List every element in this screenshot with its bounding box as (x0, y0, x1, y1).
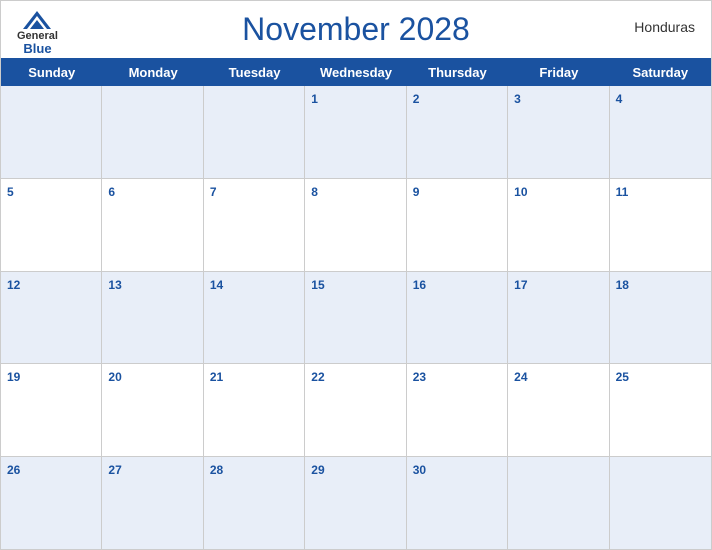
week-row-5: 26 27 28 29 30 (1, 457, 711, 549)
day-number: 3 (514, 92, 521, 106)
logo-blue: Blue (23, 42, 51, 55)
day-cell: 3 (508, 86, 609, 178)
country-label: Honduras (634, 19, 695, 35)
day-number: 8 (311, 185, 318, 199)
day-number: 13 (108, 278, 121, 292)
day-cell (610, 457, 711, 549)
day-cell: 19 (1, 364, 102, 456)
day-number: 16 (413, 278, 426, 292)
week-row-4: 19 20 21 22 23 24 25 (1, 364, 711, 457)
day-cell: 1 (305, 86, 406, 178)
day-cell (1, 86, 102, 178)
day-cell: 20 (102, 364, 203, 456)
calendar-header: General Blue November 2028 Honduras (1, 1, 711, 58)
day-number: 2 (413, 92, 420, 106)
day-cell: 26 (1, 457, 102, 549)
calendar-title: November 2028 (242, 11, 470, 48)
day-number: 27 (108, 463, 121, 477)
day-number: 29 (311, 463, 324, 477)
day-cell: 12 (1, 272, 102, 364)
day-cell: 28 (204, 457, 305, 549)
day-number: 26 (7, 463, 20, 477)
logo: General Blue (17, 11, 58, 55)
day-cell (102, 86, 203, 178)
calendar-grid: Sunday Monday Tuesday Wednesday Thursday… (1, 58, 711, 549)
day-number: 6 (108, 185, 115, 199)
day-cell: 27 (102, 457, 203, 549)
day-number: 23 (413, 370, 426, 384)
day-cell (204, 86, 305, 178)
header-saturday: Saturday (610, 59, 711, 86)
day-cell: 2 (407, 86, 508, 178)
header-thursday: Thursday (407, 59, 508, 86)
day-cell: 6 (102, 179, 203, 271)
day-cell: 4 (610, 86, 711, 178)
day-cell: 18 (610, 272, 711, 364)
day-number: 18 (616, 278, 629, 292)
day-cell: 16 (407, 272, 508, 364)
day-number: 25 (616, 370, 629, 384)
day-cell: 15 (305, 272, 406, 364)
day-number: 5 (7, 185, 14, 199)
day-cell: 22 (305, 364, 406, 456)
weeks-container: 1234567891011121314151617181920212223242… (1, 86, 711, 549)
day-number: 12 (7, 278, 20, 292)
header-friday: Friday (508, 59, 609, 86)
day-cell: 13 (102, 272, 203, 364)
day-number: 4 (616, 92, 623, 106)
day-number: 19 (7, 370, 20, 384)
day-number: 21 (210, 370, 223, 384)
day-headers-row: Sunday Monday Tuesday Wednesday Thursday… (1, 59, 711, 86)
day-cell: 25 (610, 364, 711, 456)
header-tuesday: Tuesday (204, 59, 305, 86)
day-number: 1 (311, 92, 318, 106)
header-sunday: Sunday (1, 59, 102, 86)
day-cell: 30 (407, 457, 508, 549)
header-monday: Monday (102, 59, 203, 86)
day-cell: 29 (305, 457, 406, 549)
day-number: 28 (210, 463, 223, 477)
day-number: 17 (514, 278, 527, 292)
day-cell: 21 (204, 364, 305, 456)
logo-icon (23, 11, 51, 29)
day-number: 14 (210, 278, 223, 292)
day-cell: 24 (508, 364, 609, 456)
header-wednesday: Wednesday (305, 59, 406, 86)
week-row-1: 1 2 3 4 (1, 86, 711, 179)
day-number: 20 (108, 370, 121, 384)
day-cell: 10 (508, 179, 609, 271)
day-number: 7 (210, 185, 217, 199)
day-cell: 9 (407, 179, 508, 271)
day-cell: 17 (508, 272, 609, 364)
day-number: 10 (514, 185, 527, 199)
day-cell: 7 (204, 179, 305, 271)
day-number: 24 (514, 370, 527, 384)
day-number: 30 (413, 463, 426, 477)
calendar-container: General Blue November 2028 Honduras Sund… (0, 0, 712, 550)
day-number: 9 (413, 185, 420, 199)
day-cell: 8 (305, 179, 406, 271)
week-row-2: 5 6 7 8 9 10 11 (1, 179, 711, 272)
week-row-3: 12 13 14 15 16 17 18 (1, 272, 711, 365)
day-cell: 11 (610, 179, 711, 271)
day-cell: 14 (204, 272, 305, 364)
day-cell: 5 (1, 179, 102, 271)
day-number: 22 (311, 370, 324, 384)
day-cell (508, 457, 609, 549)
day-cell: 23 (407, 364, 508, 456)
day-number: 11 (616, 185, 629, 199)
day-number: 15 (311, 278, 324, 292)
